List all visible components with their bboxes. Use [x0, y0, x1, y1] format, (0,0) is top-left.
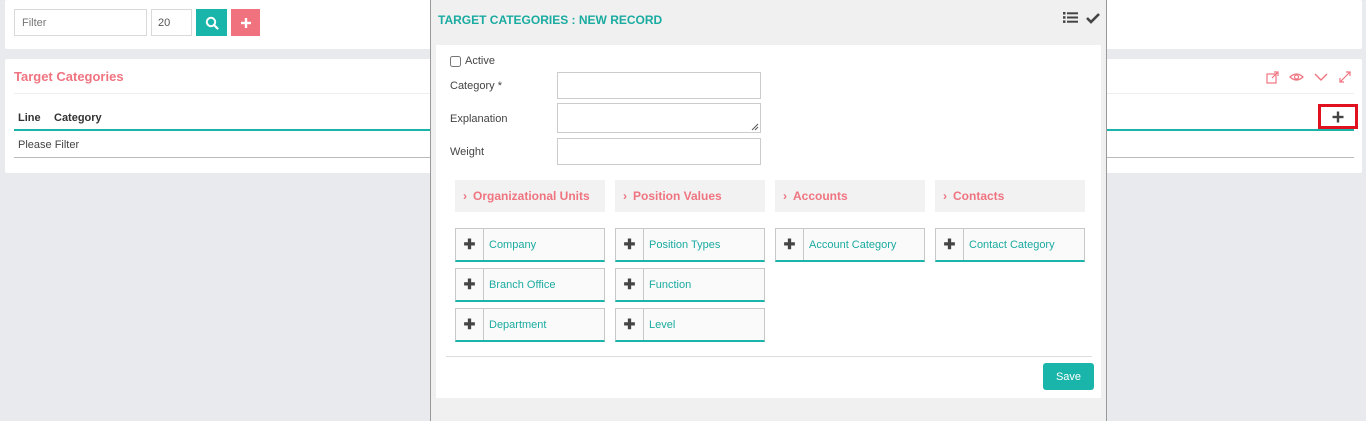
- plus-icon[interactable]: ✚: [456, 269, 484, 300]
- modal-title: TARGET CATEGORIES : NEW RECORD: [438, 13, 663, 27]
- section-position-values[interactable]: › Position Values: [615, 180, 765, 212]
- section-label: Accounts: [793, 189, 848, 203]
- section-label: Position Values: [633, 189, 722, 203]
- link-contact-category[interactable]: ✚ Contact Category: [935, 228, 1085, 262]
- modal-header: TARGET CATEGORIES : NEW RECORD: [431, 0, 1106, 40]
- expand-icon[interactable]: [1337, 69, 1352, 84]
- link-label: Department: [489, 318, 547, 331]
- section-label: Organizational Units: [473, 189, 590, 203]
- plus-icon: [240, 17, 251, 28]
- resize-handle-icon[interactable]: [751, 123, 759, 131]
- section-label: Contacts: [953, 189, 1005, 203]
- new-record-button[interactable]: [231, 9, 260, 36]
- plus-icon[interactable]: ✚: [936, 229, 964, 260]
- link-label: Company: [489, 238, 537, 251]
- page-size-input[interactable]: [151, 9, 192, 36]
- link-label: Level: [649, 318, 676, 331]
- plus-icon[interactable]: ✚: [616, 229, 644, 260]
- link-label: Contact Category: [969, 238, 1055, 251]
- category-label: Category *: [450, 80, 502, 92]
- category-input[interactable]: [557, 72, 761, 99]
- section-contacts[interactable]: › Contacts: [935, 180, 1085, 212]
- chevron-right-icon: ›: [783, 189, 787, 203]
- modal-tools: [1063, 11, 1100, 27]
- link-department[interactable]: ✚ Department: [455, 308, 605, 342]
- column-header-line[interactable]: Line: [18, 112, 41, 124]
- check-icon[interactable]: [1086, 12, 1100, 27]
- search-icon: [205, 16, 219, 30]
- add-row-button[interactable]: [1318, 104, 1358, 129]
- plus-icon[interactable]: ✚: [456, 229, 484, 260]
- weight-label: Weight: [450, 146, 485, 158]
- weight-input[interactable]: [557, 138, 761, 165]
- link-label: Account Category: [809, 238, 897, 251]
- link-company[interactable]: ✚ Company: [455, 228, 605, 262]
- save-button[interactable]: Save: [1043, 363, 1094, 390]
- form-footer-divider: [446, 356, 1092, 357]
- active-label: Active: [465, 55, 495, 67]
- link-label: Position Types: [649, 238, 721, 251]
- empty-state-text: Please Filter: [18, 139, 80, 151]
- link-level[interactable]: ✚ Level: [615, 308, 765, 342]
- plus-icon[interactable]: ✚: [456, 309, 484, 340]
- plus-icon: [1332, 111, 1344, 122]
- section-accounts[interactable]: › Accounts: [775, 180, 925, 212]
- explanation-textarea[interactable]: [557, 103, 761, 133]
- chevron-right-icon: ›: [463, 189, 467, 203]
- new-record-modal: TARGET CATEGORIES : NEW RECORD Active Ca…: [430, 0, 1107, 421]
- active-checkbox[interactable]: [450, 55, 461, 67]
- link-label: Branch Office: [489, 278, 556, 291]
- plus-icon[interactable]: ✚: [616, 309, 644, 340]
- chevron-right-icon: ›: [623, 189, 627, 203]
- section-organizational-units[interactable]: › Organizational Units: [455, 180, 605, 212]
- link-label: Function: [649, 278, 692, 291]
- chevron-down-icon[interactable]: [1313, 69, 1328, 84]
- panel-tools: [1265, 69, 1352, 84]
- plus-icon[interactable]: ✚: [776, 229, 804, 260]
- active-checkbox-row[interactable]: Active: [450, 55, 495, 67]
- eye-icon[interactable]: [1289, 69, 1304, 84]
- modal-form: Active Category * Explanation Weight › O…: [436, 45, 1101, 398]
- plus-icon[interactable]: ✚: [616, 269, 644, 300]
- filter-input[interactable]: [14, 9, 147, 36]
- explanation-label: Explanation: [450, 113, 508, 125]
- search-button[interactable]: [196, 9, 227, 36]
- list-icon[interactable]: [1063, 11, 1078, 27]
- link-account-category[interactable]: ✚ Account Category: [775, 228, 925, 262]
- panel-title: Target Categories: [14, 69, 124, 84]
- export-icon[interactable]: [1265, 69, 1280, 84]
- chevron-right-icon: ›: [943, 189, 947, 203]
- column-header-category[interactable]: Category: [54, 112, 102, 124]
- link-function[interactable]: ✚ Function: [615, 268, 765, 302]
- link-branch-office[interactable]: ✚ Branch Office: [455, 268, 605, 302]
- link-position-types[interactable]: ✚ Position Types: [615, 228, 765, 262]
